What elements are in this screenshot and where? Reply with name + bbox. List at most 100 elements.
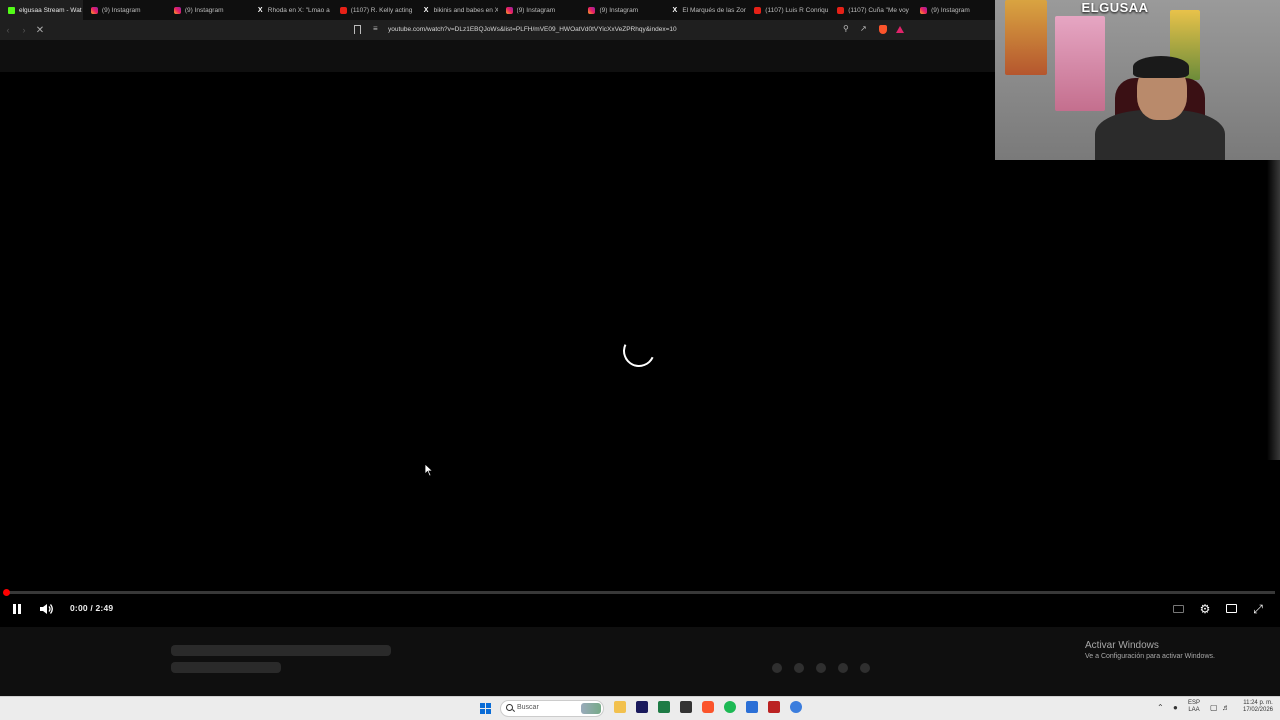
ig-favicon-icon xyxy=(505,6,513,14)
brave-browser-icon[interactable] xyxy=(702,701,714,713)
x-favicon-icon: X xyxy=(257,6,263,14)
bookmark-icon[interactable] xyxy=(354,25,361,37)
clock[interactable]: 11:24 p. m. 17/02/2026 xyxy=(1238,700,1278,714)
volume-icon[interactable] xyxy=(38,602,54,616)
language-sub: LAA xyxy=(1188,707,1200,713)
x-favicon-icon: X xyxy=(672,6,678,14)
clock-time: 11:24 p. m. xyxy=(1243,700,1273,706)
time-display: 0:00 / 2:49 xyxy=(70,603,114,613)
tab-label: (1107) R. Kelly acting xyxy=(350,6,413,14)
browser-tab[interactable]: Xbikinis and babes en X xyxy=(415,0,498,20)
search-highlight-image xyxy=(581,703,601,714)
activation-title: Activar Windows xyxy=(1085,640,1159,651)
taskbar-search[interactable]: Buscar xyxy=(500,700,604,717)
poster-image xyxy=(1055,16,1105,111)
windows-activation-watermark: Activar Windows Ve a Configuración para … xyxy=(1085,640,1215,660)
tab-label: (1107) Cuña "Me voy xyxy=(848,6,909,14)
windows-start-icon[interactable] xyxy=(480,703,491,714)
tab-label: (9) Instagram xyxy=(931,6,970,14)
youtube-masthead xyxy=(0,40,995,72)
tab-label: (9) Instagram xyxy=(599,6,639,14)
action-skeleton xyxy=(794,663,804,673)
forward-arrow-icon[interactable]: › xyxy=(16,20,32,40)
spotify-icon[interactable] xyxy=(724,701,736,713)
activation-subtitle: Ve a Configuración para activar Windows. xyxy=(1085,653,1215,660)
tab-label: (9) Instagram xyxy=(184,6,224,14)
tab-label: (9) Instagram xyxy=(516,6,556,14)
action-skeleton xyxy=(772,663,782,673)
streamer-hair xyxy=(1133,56,1189,78)
browser-tab[interactable]: (9) Instagram xyxy=(912,0,995,20)
capture-app-icon[interactable] xyxy=(680,701,692,713)
excel-icon[interactable] xyxy=(658,701,670,713)
kick-favicon-icon xyxy=(8,6,15,14)
yt-favicon-icon xyxy=(339,6,347,14)
yt-favicon-icon xyxy=(754,6,762,14)
clock-date: 17/02/2026 xyxy=(1242,707,1274,713)
app-icon[interactable] xyxy=(746,701,758,713)
yt-favicon-icon xyxy=(837,6,845,14)
title-skeleton xyxy=(171,645,391,656)
browser-tab[interactable]: (1107) Luis R Conriqu xyxy=(746,0,829,20)
action-skeleton xyxy=(860,663,870,673)
settings-gear-icon[interactable]: ⚙ xyxy=(1197,601,1213,617)
tab-label: bikinis and babes en X xyxy=(433,6,498,14)
language-code: ESP xyxy=(1188,700,1201,706)
browser-tab[interactable]: (1107) Cuña "Me voy xyxy=(829,0,912,20)
action-skeleton xyxy=(838,663,848,673)
ig-favicon-icon xyxy=(588,6,596,14)
tab-label: (1107) Luis R Conriqu xyxy=(765,6,829,14)
address-bar[interactable]: youtube.com/watch?v=DLz1EBQJoWs&list=PLF… xyxy=(388,23,838,37)
network-icon[interactable]: ▢ xyxy=(1210,703,1218,712)
tab-label: elgusaa Stream - Wat xyxy=(19,6,82,14)
theater-mode-icon[interactable] xyxy=(1226,604,1237,613)
site-info-icon[interactable]: ≡ xyxy=(373,24,378,33)
brave-shield-icon[interactable] xyxy=(879,25,887,34)
language-indicator[interactable]: ESP LAA xyxy=(1188,700,1200,714)
pause-icon[interactable] xyxy=(12,604,22,614)
browser-tab[interactable]: X El Marqués de las Zor xyxy=(663,0,746,20)
premiere-pro-icon[interactable] xyxy=(636,701,648,713)
microphone-icon[interactable]: ● xyxy=(1173,703,1178,712)
share-icon[interactable]: ↗ xyxy=(860,24,867,33)
ig-favicon-icon xyxy=(90,6,98,14)
ig-favicon-icon xyxy=(920,6,928,14)
windows-taskbar: Buscar ⌃ ● ESP LAA ▢ ♬ 11:24 p. m. 17/02… xyxy=(0,696,1280,720)
subtitles-icon[interactable] xyxy=(1173,605,1184,613)
tab-strip: elgusaa Stream - Wat (9) Instagram (9) Ins… xyxy=(0,0,995,20)
mouse-cursor-icon xyxy=(424,463,434,477)
progress-scrubber[interactable] xyxy=(3,589,10,596)
app-icon[interactable] xyxy=(790,701,802,713)
browser-tab[interactable]: (9) Instagram xyxy=(166,0,249,20)
browser-tab[interactable]: (9) Instagram xyxy=(580,0,663,20)
browser-tab[interactable]: elgusaa Stream - Wat xyxy=(0,0,83,20)
browser-tab[interactable]: (9) Instagram xyxy=(498,0,581,20)
webcam-overlay: ELGUSAA xyxy=(995,0,1280,160)
video-progress-bar[interactable] xyxy=(3,589,1275,596)
search-icon xyxy=(506,704,513,711)
speaker-icon[interactable]: ♬ xyxy=(1222,703,1230,712)
browser-tab[interactable]: X Rhoda en X: "Lmao a xyxy=(249,0,332,20)
action-skeleton xyxy=(816,663,826,673)
search-placeholder: Buscar xyxy=(517,704,539,711)
back-arrow-icon[interactable]: ‹ xyxy=(0,20,16,40)
file-explorer-icon[interactable] xyxy=(614,701,626,713)
brave-rewards-icon[interactable] xyxy=(896,26,904,33)
app-icon[interactable] xyxy=(768,701,780,713)
ig-favicon-icon xyxy=(173,6,181,14)
browser-tab[interactable]: (9) Instagram xyxy=(83,0,166,20)
edge-strip xyxy=(1267,160,1280,460)
stop-loading-icon[interactable]: ✕ xyxy=(32,20,48,40)
tab-label: (9) Instagram xyxy=(101,6,141,14)
tray-chevron-icon[interactable]: ⌃ xyxy=(1157,703,1164,712)
subtitle-skeleton xyxy=(171,662,281,673)
browser-tab[interactable]: (1107) R. Kelly acting xyxy=(332,0,415,20)
fullscreen-icon[interactable]: ⤢ xyxy=(1250,601,1266,617)
tab-label: El Marqués de las Zor xyxy=(682,6,746,14)
webcam-banner-text: ELGUSAA xyxy=(1081,0,1149,15)
browser-toolbar: ‹ › ✕ ≡ youtube.com/watch?v=DLz1EBQJoWs&… xyxy=(0,20,995,40)
zoom-icon[interactable]: ⚲ xyxy=(843,24,849,33)
tab-label: Rhoda en X: "Lmao a xyxy=(267,6,330,14)
player-controls: 0:00 / 2:49 xyxy=(0,598,1280,620)
x-favicon-icon: X xyxy=(423,6,429,14)
